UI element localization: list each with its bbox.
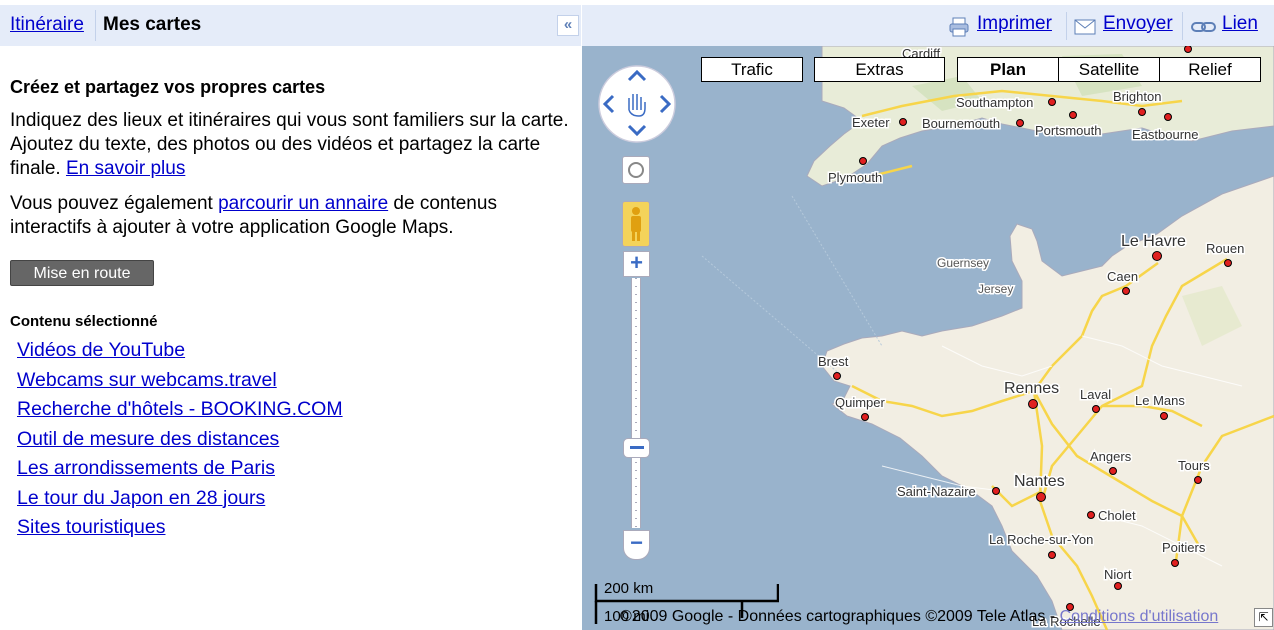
map-canvas[interactable]: Cardiff Southampton Brighton Exeter Bour… — [582, 46, 1274, 630]
envelope-icon[interactable] — [1074, 18, 1096, 41]
extras-button[interactable]: Extras — [814, 57, 945, 82]
map-label-bournemouth: Bournemouth — [922, 116, 1000, 131]
youtube-videos-link[interactable]: Vidéos de YouTube — [17, 339, 185, 361]
overview-toggle-icon[interactable]: ⇱ — [1254, 608, 1273, 627]
webcams-link[interactable]: Webcams sur webcams.travel — [17, 369, 277, 391]
hotel-search-link[interactable]: Recherche d'hôtels - BOOKING.COM — [17, 398, 343, 420]
browse-directory-link[interactable]: parcourir un annaire — [218, 193, 388, 214]
map-label-portsmouth: Portsmouth — [1035, 123, 1101, 138]
map-label-caen: Caen — [1107, 269, 1138, 284]
print-link[interactable]: Imprimer — [977, 13, 1052, 35]
chain-link-icon[interactable] — [1191, 20, 1217, 39]
map-label-exeter: Exeter — [852, 115, 890, 130]
left-panel: Itinéraire Mes cartes « Créez et partage… — [0, 0, 581, 630]
map-label-southampton: Southampton — [956, 95, 1033, 110]
copyright-text: ©2009 Google - Données cartographiques ©… — [620, 608, 1060, 625]
map-label-niort: Niort — [1104, 567, 1132, 582]
map-tiles[interactable]: Cardiff Southampton Brighton Exeter Bour… — [582, 46, 1274, 630]
map-label-laval: Laval — [1080, 387, 1111, 402]
list-item: Outil de mesure des distances — [17, 425, 570, 455]
map-label-le-havre: Le Havre — [1121, 233, 1186, 250]
selected-content-list: Vidéos de YouTube Webcams sur webcams.tr… — [17, 336, 570, 543]
map-label-poitiers: Poitiers — [1162, 540, 1206, 555]
zoom-slider-track[interactable] — [631, 278, 641, 528]
map-label-saint-nazaire: Saint-Nazaire — [897, 484, 976, 499]
section-heading: Créez et partagez vos propres cartes — [10, 77, 326, 97]
map-label-plymouth: Plymouth — [828, 170, 882, 185]
map-label-rennes: Rennes — [1004, 380, 1059, 397]
map-label-la-roche-sur-yon: La Roche-sur-Yon — [989, 532, 1093, 547]
zoom-out-button[interactable]: − — [623, 530, 650, 560]
paris-districts-link[interactable]: Les arrondissements de Paris — [17, 457, 275, 479]
japan-tour-link[interactable]: Le tour du Japon en 28 jours — [17, 487, 265, 509]
toolbar-divider — [1066, 12, 1067, 40]
toolbar-divider — [1182, 12, 1183, 40]
map-label-rouen: Rouen — [1206, 241, 1244, 256]
map-label-nantes: Nantes — [1014, 473, 1065, 490]
get-started-button[interactable]: Mise en route — [10, 260, 154, 286]
terms-link[interactable]: Conditions d'utilisation — [1060, 608, 1219, 625]
list-item: Webcams sur webcams.travel — [17, 366, 570, 396]
tourist-sites-link[interactable]: Sites touristiques — [17, 516, 166, 538]
intro-paragraph: Indiquez des lieux et itinéraires qui vo… — [10, 109, 570, 181]
list-item: Les arrondissements de Paris — [17, 454, 570, 484]
tab-mes-cartes[interactable]: Mes cartes — [103, 14, 201, 36]
pan-control[interactable] — [597, 64, 677, 144]
panel-tabs: Itinéraire Mes cartes « — [0, 5, 581, 46]
tab-divider — [95, 10, 96, 41]
learn-more-link[interactable]: En savoir plus — [66, 158, 185, 179]
map-label-brest: Brest — [818, 354, 849, 369]
map-copyright: ©2009 Google - Données cartographiques ©… — [620, 608, 1218, 626]
distance-tool-link[interactable]: Outil de mesure des distances — [17, 428, 279, 450]
map-label-le-mans: Le Mans — [1135, 393, 1185, 408]
map-toolbar: Imprimer Envoyer Lien — [582, 5, 1274, 46]
reset-view-button[interactable] — [622, 156, 650, 184]
link-link[interactable]: Lien — [1222, 13, 1258, 35]
map-label-tours: Tours — [1178, 458, 1210, 473]
relief-button[interactable]: Relief — [1159, 57, 1261, 82]
selected-content-title: Contenu sélectionné — [10, 313, 158, 330]
printer-icon[interactable] — [948, 16, 970, 43]
satellite-button[interactable]: Satellite — [1058, 57, 1160, 82]
map-label-jersey: Jersey — [978, 282, 1013, 296]
my-maps-content: Créez et partagez vos propres cartes Ind… — [10, 76, 570, 543]
scale-km-label: 200 km — [604, 580, 654, 597]
collapse-panel-button[interactable]: « — [557, 15, 579, 36]
map-label-eastbourne: Eastbourne — [1132, 127, 1199, 142]
list-item: Le tour du Japon en 28 jours — [17, 484, 570, 514]
map-label-cholet: Cholet — [1098, 508, 1136, 523]
map-label-brighton: Brighton — [1113, 89, 1161, 104]
directory-text-pre: Vous pouvez également — [10, 193, 219, 214]
map-label-guernsey: Guernsey — [937, 256, 989, 270]
map-label-quimper: Quimper — [835, 395, 886, 410]
traffic-button[interactable]: Trafic — [701, 57, 803, 82]
list-item: Recherche d'hôtels - BOOKING.COM — [17, 395, 570, 425]
list-item: Vidéos de YouTube — [17, 336, 570, 366]
street-view-pegman-icon[interactable] — [622, 201, 650, 247]
list-item: Sites touristiques — [17, 513, 570, 543]
tab-itineraire[interactable]: Itinéraire — [10, 14, 84, 36]
send-link[interactable]: Envoyer — [1103, 13, 1173, 35]
map-label-angers: Angers — [1090, 449, 1132, 464]
plan-button[interactable]: Plan — [957, 57, 1059, 82]
zoom-in-button[interactable]: + — [623, 251, 650, 277]
directory-paragraph: Vous pouvez également parcourir un annai… — [10, 192, 570, 240]
zoom-slider-thumb[interactable] — [623, 438, 650, 458]
